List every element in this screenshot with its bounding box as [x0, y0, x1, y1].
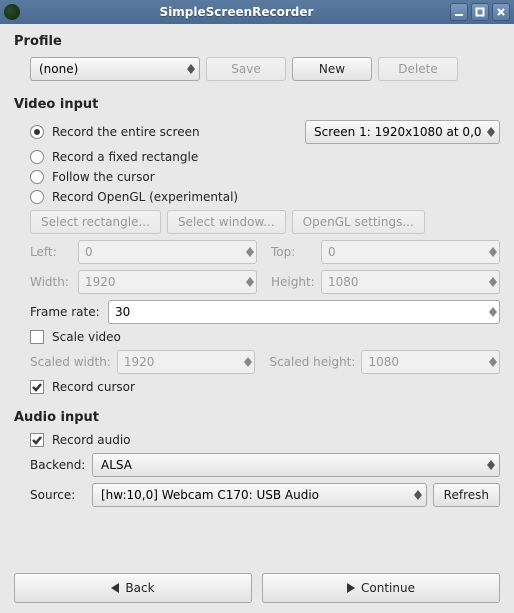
- radio-opengl[interactable]: Record OpenGL (experimental): [30, 190, 238, 204]
- width-label: Width:: [30, 275, 72, 289]
- screen-select[interactable]: Screen 1: 1920x1080 at 0,0: [305, 120, 500, 144]
- continue-button[interactable]: Continue: [262, 573, 500, 603]
- radio-fixed-rect[interactable]: Record a fixed rectangle: [30, 150, 198, 164]
- updown-icon: [246, 247, 254, 257]
- left-value: 0: [85, 245, 242, 259]
- close-button[interactable]: [492, 3, 510, 21]
- titlebar: SimpleScreenRecorder: [0, 0, 514, 24]
- height-spin: 1080: [321, 270, 500, 294]
- back-label: Back: [125, 581, 154, 595]
- framerate-spin[interactable]: 30: [108, 300, 500, 324]
- select-window-button: Select window...: [167, 210, 286, 234]
- scaled-height-value: 1080: [368, 355, 485, 369]
- window-title: SimpleScreenRecorder: [26, 5, 447, 19]
- continue-label: Continue: [361, 581, 415, 595]
- left-label: Left:: [30, 245, 72, 259]
- framerate-value: 30: [115, 305, 485, 319]
- updown-icon: [489, 247, 497, 257]
- refresh-button[interactable]: Refresh: [433, 483, 500, 507]
- video-heading: Video input: [14, 97, 500, 112]
- app-icon: [4, 4, 20, 20]
- source-select[interactable]: [hw:10,0] Webcam C170: USB Audio: [92, 483, 427, 507]
- radio-label: Record OpenGL (experimental): [52, 190, 238, 204]
- width-value: 1920: [85, 275, 242, 289]
- radio-icon: [30, 190, 44, 204]
- check-label: Record cursor: [52, 380, 135, 394]
- left-spin: 0: [78, 240, 257, 264]
- updown-icon: [487, 127, 495, 137]
- height-value: 1080: [328, 275, 485, 289]
- check-label: Scale video: [52, 330, 121, 344]
- content: Profile (none) Save New Delete Video inp…: [0, 24, 514, 613]
- updown-icon: [246, 277, 254, 287]
- top-label: Top:: [271, 245, 315, 259]
- new-button[interactable]: New: [292, 57, 372, 81]
- source-value: [hw:10,0] Webcam C170: USB Audio: [101, 488, 410, 502]
- profile-heading: Profile: [14, 34, 500, 49]
- scale-video-check[interactable]: Scale video: [30, 330, 121, 344]
- height-label: Height:: [271, 275, 315, 289]
- radio-label: Record the entire screen: [52, 125, 200, 139]
- minimize-button[interactable]: [450, 3, 468, 21]
- updown-icon: [244, 357, 252, 367]
- backend-label: Backend:: [30, 458, 86, 472]
- backend-value: ALSA: [101, 458, 483, 472]
- updown-icon: [414, 490, 422, 500]
- back-button[interactable]: Back: [14, 573, 252, 603]
- screen-value: Screen 1: 1920x1080 at 0,0: [314, 125, 483, 139]
- scaled-width-label: Scaled width:: [30, 355, 111, 369]
- updown-icon: [187, 64, 195, 74]
- scaled-height-label: Scaled height:: [269, 355, 355, 369]
- updown-icon: [489, 357, 497, 367]
- profile-select[interactable]: (none): [30, 57, 200, 81]
- scaled-width-spin: 1920: [117, 350, 256, 374]
- opengl-settings-button: OpenGL settings...: [292, 210, 425, 234]
- updown-icon: [489, 307, 497, 317]
- checkbox-icon: [30, 330, 44, 344]
- record-cursor-check[interactable]: Record cursor: [30, 380, 135, 394]
- radio-icon: [30, 150, 44, 164]
- radio-label: Follow the cursor: [52, 170, 155, 184]
- radio-entire-screen[interactable]: Record the entire screen: [30, 125, 200, 139]
- checkbox-icon: [30, 433, 44, 447]
- check-label: Record audio: [52, 433, 131, 447]
- delete-button: Delete: [378, 57, 458, 81]
- top-spin: 0: [321, 240, 500, 264]
- checkbox-icon: [30, 380, 44, 394]
- width-spin: 1920: [78, 270, 257, 294]
- scaled-width-value: 1920: [124, 355, 241, 369]
- profile-value: (none): [39, 62, 183, 76]
- radio-icon: [30, 125, 44, 139]
- maximize-button[interactable]: [471, 3, 489, 21]
- audio-heading: Audio input: [14, 410, 500, 425]
- arrow-left-icon: [111, 583, 119, 593]
- updown-icon: [489, 277, 497, 287]
- top-value: 0: [328, 245, 485, 259]
- source-label: Source:: [30, 488, 86, 502]
- backend-select[interactable]: ALSA: [92, 453, 500, 477]
- radio-follow-cursor[interactable]: Follow the cursor: [30, 170, 155, 184]
- record-audio-check[interactable]: Record audio: [30, 433, 131, 447]
- updown-icon: [487, 460, 495, 470]
- radio-label: Record a fixed rectangle: [52, 150, 198, 164]
- radio-icon: [30, 170, 44, 184]
- arrow-right-icon: [347, 583, 355, 593]
- save-button: Save: [206, 57, 286, 81]
- select-rectangle-button: Select rectangle...: [30, 210, 161, 234]
- framerate-label: Frame rate:: [30, 305, 102, 319]
- scaled-height-spin: 1080: [361, 350, 500, 374]
